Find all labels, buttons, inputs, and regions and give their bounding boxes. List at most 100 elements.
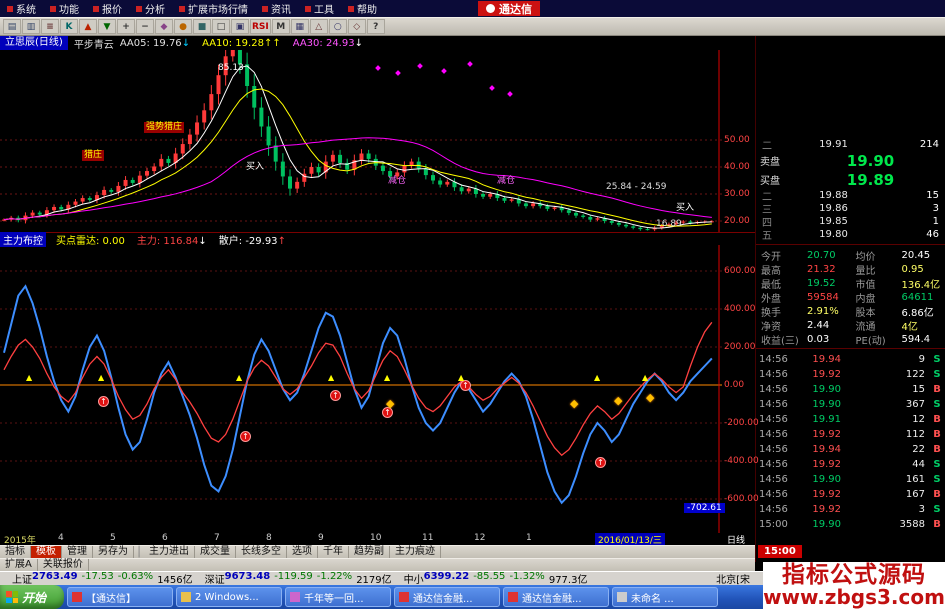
tick-volume: 112 xyxy=(841,429,929,440)
windows-flag-icon xyxy=(6,591,18,603)
tab-group2-2[interactable]: 长线多空 xyxy=(236,546,287,558)
index-value: 2763.49 xyxy=(32,571,78,586)
toolbar-icon-10[interactable]: ■ xyxy=(193,19,211,34)
order-book-row-sell[interactable]: 二19.91214 xyxy=(756,138,945,151)
tab-group1-2[interactable]: 管理 xyxy=(62,546,93,558)
stat-value: 21.32 xyxy=(807,264,836,275)
menu-item-6[interactable]: 工具 xyxy=(298,1,341,16)
buy1-price: 19.89 xyxy=(796,171,945,189)
menu-item-0[interactable]: 系统 xyxy=(0,1,43,16)
toolbar-icon-13[interactable]: RSI xyxy=(250,19,271,34)
tick-price: 19.91 xyxy=(797,414,841,425)
main-candlestick-chart[interactable] xyxy=(0,50,722,232)
book-price: 19.85 xyxy=(778,216,889,227)
task-button-2[interactable]: 千年等一回... xyxy=(285,587,391,607)
tick-volume: 22 xyxy=(841,444,929,455)
toolbar-icon-9[interactable]: ● xyxy=(174,19,192,34)
menu-item-icon xyxy=(93,6,99,12)
toolbar-icon-8[interactable]: ◆ xyxy=(155,19,173,34)
toolbar-icon-14[interactable]: M xyxy=(272,19,290,34)
tab-group2-5[interactable]: 趋势副 xyxy=(349,546,390,558)
menu-item-2[interactable]: 报价 xyxy=(86,1,129,16)
toolbar-icon-7[interactable]: − xyxy=(136,19,154,34)
toolbar-icon-4[interactable]: ▲ xyxy=(79,19,97,34)
indicator-chart[interactable] xyxy=(0,245,722,533)
book-price: 19.86 xyxy=(778,203,889,214)
book-volume: 214 xyxy=(889,139,945,150)
divider xyxy=(756,244,945,245)
task-button-1[interactable]: 2 Windows... xyxy=(176,587,282,607)
menu-item-label: 功能 xyxy=(59,1,79,16)
toolbar-icon-15[interactable]: ▦ xyxy=(291,19,309,34)
tab-group2-3[interactable]: 选项 xyxy=(287,546,318,558)
order-book-row-buy[interactable]: 三19.863 xyxy=(756,202,945,215)
stat-label: 均价 xyxy=(851,248,902,263)
task-button-0[interactable]: 【通达信】 xyxy=(67,587,173,607)
chart-title[interactable]: 立思辰(日线) xyxy=(0,36,68,50)
indicator-title[interactable]: 主力布控 xyxy=(0,232,46,247)
sell1-price: 19.90 xyxy=(796,152,945,170)
x-axis-month-7: 11 xyxy=(422,533,433,543)
indicator-param-1: 主力: 116.84↓ xyxy=(137,236,207,247)
menu-item-5[interactable]: 资讯 xyxy=(255,1,298,16)
buy1-row[interactable]: 买盘 19.89 xyxy=(756,170,945,189)
menu-item-3[interactable]: 分析 xyxy=(129,1,172,16)
ma-label-0: AA05: 19.76↓ xyxy=(120,38,192,49)
task-icon xyxy=(508,592,518,602)
menu-item-icon xyxy=(305,6,311,12)
watermark-title: 指标公式源码 xyxy=(782,563,926,587)
order-book-row-buy[interactable]: 二19.8815 xyxy=(756,189,945,202)
order-book-row-buy[interactable]: 四19.851 xyxy=(756,215,945,228)
indicator-last-value: -702.61 xyxy=(684,503,725,513)
index-change-pct: -0.63% xyxy=(118,571,153,586)
stat-value: 6.86亿 xyxy=(902,304,934,319)
index-quote-0[interactable]: 上证2763.49-17.53-0.63%1456亿 xyxy=(12,571,193,586)
time-and-sales[interactable]: 14:5619.949S14:5619.92122S14:5619.9015B1… xyxy=(756,352,945,532)
tab-group1-0[interactable]: 指标 xyxy=(0,546,31,558)
toolbar-icon-16[interactable]: △ xyxy=(310,19,328,34)
tab-group2-4[interactable]: 千年 xyxy=(318,546,349,558)
index-quote-2[interactable]: 中小6399.22-85.55-1.32%977.3亿 xyxy=(404,571,588,586)
menu-item-4[interactable]: 扩展市场行情 xyxy=(172,1,255,16)
tick-time: 14:56 xyxy=(756,444,797,455)
tab-group2-1[interactable]: 成交量 xyxy=(195,546,236,558)
toolbar-icon-6[interactable]: + xyxy=(117,19,135,34)
sell1-row[interactable]: 卖盘 19.90 xyxy=(756,151,945,170)
toolbar-icon-19[interactable]: ? xyxy=(367,19,385,34)
stat-cell: 最低19.52 xyxy=(756,276,851,290)
menu-item-7[interactable]: 帮助 xyxy=(341,1,384,16)
tick-volume: 15 xyxy=(841,384,929,395)
toolbar-icon-1[interactable]: ▥ xyxy=(22,19,40,34)
price-level: 二 xyxy=(756,137,778,152)
toolbar-icon-17[interactable]: ○ xyxy=(329,19,347,34)
toolbar-icon-2[interactable]: ≡ xyxy=(41,19,59,34)
main-y-axis-label: 40.00 xyxy=(724,162,750,172)
tab-group1-1[interactable]: 模板 xyxy=(31,546,62,558)
tick-side: S xyxy=(929,474,945,485)
tab-row2-0[interactable]: 扩展A xyxy=(0,559,38,571)
tab-group1-3[interactable]: 另存为 xyxy=(93,546,134,558)
start-button[interactable]: 开始 xyxy=(0,585,64,609)
task-label: 通达信金融... xyxy=(413,590,473,605)
close-time-badge: 15:00 xyxy=(758,545,802,558)
tab-row2-1[interactable]: 关联报价 xyxy=(38,559,89,571)
task-button-4[interactable]: 通达信金融... xyxy=(503,587,609,607)
tick-time: 14:56 xyxy=(756,459,797,470)
tab-group2-6[interactable]: 主力痕迹 xyxy=(390,546,441,558)
toolbar-icon-3[interactable]: K xyxy=(60,19,78,34)
tick-time: 14:56 xyxy=(756,474,797,485)
toolbar-icon-18[interactable]: ◇ xyxy=(348,19,366,34)
tab-group2-0[interactable]: 主力进出 xyxy=(144,546,195,558)
toolbar-icon-12[interactable]: ▣ xyxy=(231,19,249,34)
task-button-5[interactable]: 未命名 ... xyxy=(612,587,718,607)
stat-cell: 净资2.44 xyxy=(756,318,851,332)
order-book-row-buy[interactable]: 五19.8046 xyxy=(756,228,945,241)
menu-item-1[interactable]: 功能 xyxy=(43,1,86,16)
toolbar-icon-5[interactable]: ▼ xyxy=(98,19,116,34)
stat-cell: 量比0.95 xyxy=(851,262,945,276)
indicator-y-axis-label: 0.00 xyxy=(724,380,744,390)
index-quote-1[interactable]: 深证9673.48-119.59-1.22%2179亿 xyxy=(205,571,392,586)
toolbar-icon-0[interactable]: ▤ xyxy=(3,19,21,34)
toolbar-icon-11[interactable]: □ xyxy=(212,19,230,34)
task-button-3[interactable]: 通达信金融... xyxy=(394,587,500,607)
